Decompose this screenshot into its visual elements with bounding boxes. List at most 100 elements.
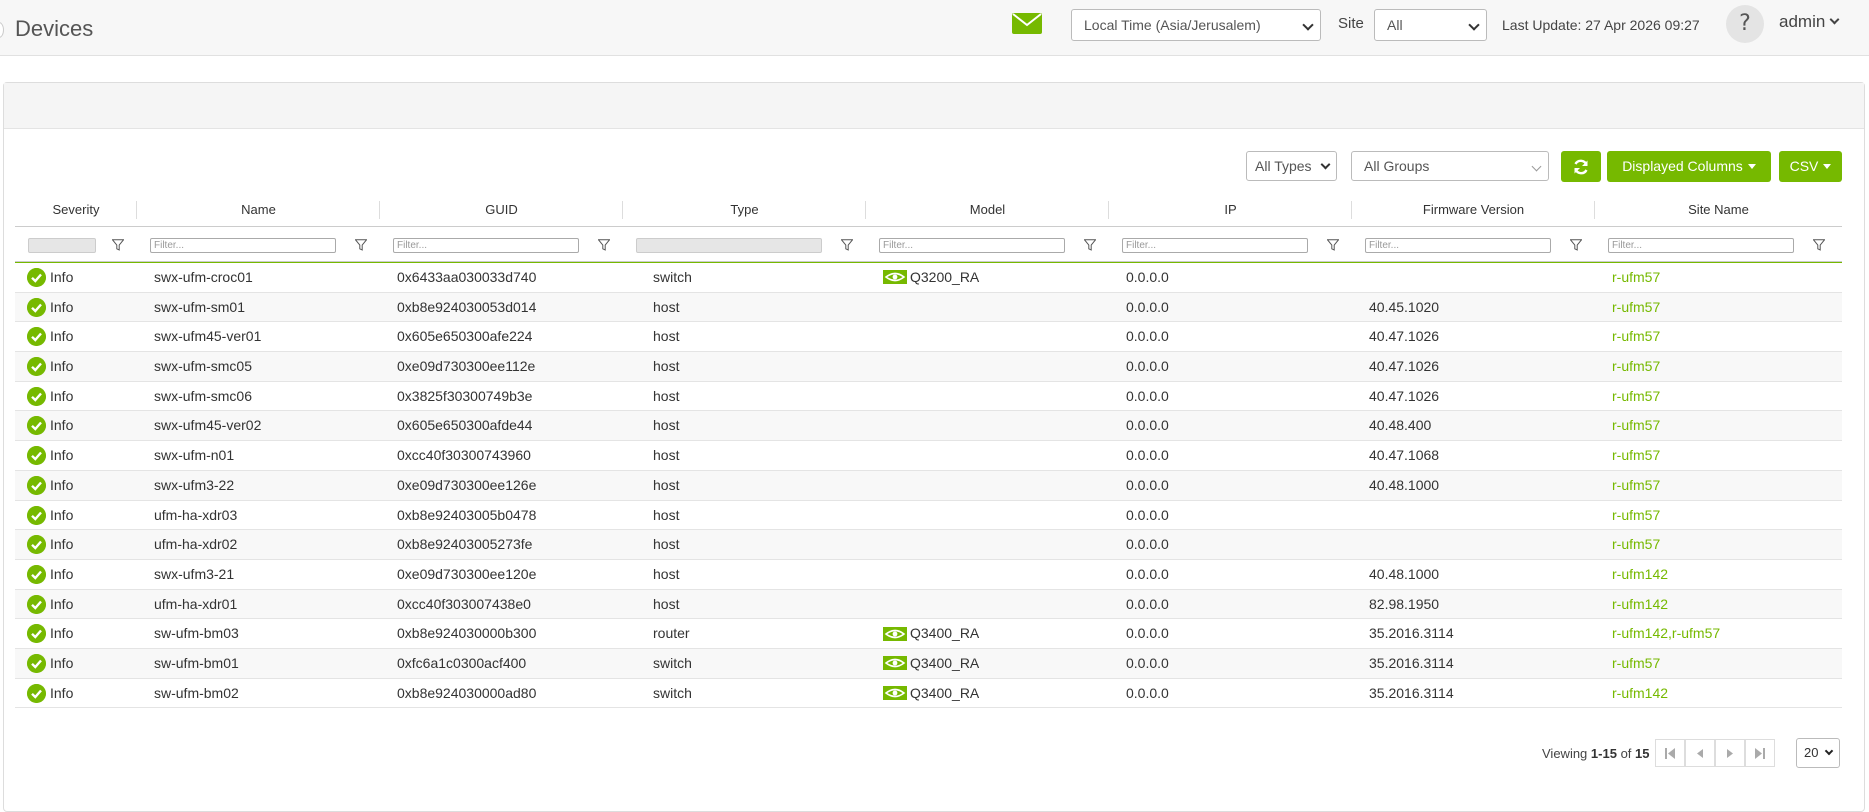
cell-ip: 0.0.0.0	[1126, 417, 1169, 434]
first-page-button[interactable]	[1655, 739, 1685, 767]
filter-type[interactable]	[636, 238, 822, 253]
column-separator[interactable]	[622, 201, 623, 219]
cell-guid: 0x6433aa030033d740	[397, 269, 537, 285]
cell-site-name[interactable]: r-ufm57	[1612, 263, 1660, 292]
cell-name: swx-ufm3-22	[154, 476, 235, 493]
filter-icon[interactable]	[1327, 239, 1339, 251]
table-row[interactable]: Info sw-ufm-bm03 0xb8e924030000b300 router Q…	[15, 619, 1842, 649]
page-title: Devices	[15, 16, 94, 41]
cell-site-name[interactable]: r-ufm57	[1612, 530, 1660, 559]
table-row[interactable]: Info swx-ufm-smc05 0xe09d730300ee112e host 0…	[15, 352, 1842, 382]
prev-page-button[interactable]	[1685, 739, 1715, 767]
last-page-button[interactable]	[1745, 739, 1775, 767]
check-circle-icon	[27, 535, 46, 555]
cell-site-name[interactable]: r-ufm57	[1612, 322, 1660, 351]
filter-name[interactable]: Filter...	[150, 238, 336, 253]
cell-site-name[interactable]: r-ufm57	[1612, 501, 1660, 530]
column-separator[interactable]	[1108, 201, 1109, 219]
groups-select[interactable]: All Groups	[1351, 151, 1549, 181]
filter-icon[interactable]	[112, 239, 124, 251]
cell-site-name[interactable]: r-ufm57	[1612, 352, 1660, 381]
csv-button[interactable]: CSV	[1779, 151, 1842, 182]
filter-icon[interactable]	[1084, 239, 1096, 251]
column-separator[interactable]	[1594, 201, 1595, 219]
user-menu[interactable]: admin	[1779, 12, 1840, 32]
help-button[interactable]: ?	[1726, 5, 1764, 43]
cell-model: Q3400_RA	[883, 649, 979, 678]
displayed-columns-button[interactable]: Displayed Columns	[1607, 151, 1771, 182]
cell-firmware-version: 40.47.1026	[1369, 358, 1440, 375]
mail-icon[interactable]	[1012, 13, 1042, 34]
table-row[interactable]: Info sw-ufm-bm01 0xfc6a1c0300acf400 switch Q…	[15, 648, 1842, 679]
cell-site-name[interactable]: r-ufm57	[1612, 293, 1660, 322]
cell-guid: 0xe09d730300ee120e	[397, 565, 537, 582]
table-row[interactable]: Info swx-ufm3-22 0xe09d730300ee126e host 0.0…	[15, 470, 1842, 501]
sidebar-toggle[interactable]	[0, 22, 4, 38]
column-header-site-name[interactable]: Site Name	[1595, 193, 1842, 227]
cell-site-name[interactable]: r-ufm142	[1612, 590, 1668, 619]
timezone-select[interactable]: Local Time (Asia/Jerusalem)	[1071, 9, 1321, 41]
filter-icon[interactable]	[1813, 239, 1825, 251]
cell-severity: Info	[50, 269, 74, 285]
cell-site-name[interactable]: r-ufm57	[1612, 441, 1660, 470]
cell-severity: Info	[50, 565, 74, 582]
cell-name: swx-ufm-sm01	[154, 298, 246, 315]
cell-severity: Info	[50, 476, 74, 493]
next-page-button[interactable]	[1715, 739, 1745, 767]
column-separator[interactable]	[136, 201, 137, 219]
cell-guid: 0x605e650300afde44	[397, 417, 533, 434]
table-row[interactable]: Info swx-ufm-n01 0xcc40f30300743960 host 0.0…	[15, 441, 1842, 471]
cell-site-name[interactable]: r-ufm142	[1612, 679, 1668, 708]
cell-site-name[interactable]: r-ufm57	[1612, 649, 1660, 678]
table-row[interactable]: Info swx-ufm-croc01 0x6433aa030033d740 swit…	[15, 262, 1842, 293]
column-header-name[interactable]: Name	[137, 193, 380, 227]
cell-guid: 0xb8e924030053d014	[397, 298, 537, 315]
cell-name: swx-ufm-croc01	[154, 269, 253, 285]
filter-model[interactable]: Filter...	[879, 238, 1065, 253]
cell-site-name[interactable]: r-ufm142	[1612, 560, 1668, 589]
cell-site-name[interactable]: r-ufm57	[1612, 382, 1660, 411]
site-select[interactable]: All	[1374, 9, 1487, 41]
table-row[interactable]: Info swx-ufm-smc06 0x3825f30300749b3e host 0…	[15, 382, 1842, 412]
column-header-guid[interactable]: GUID	[380, 193, 623, 227]
column-separator[interactable]	[1351, 201, 1352, 219]
check-circle-icon	[27, 653, 46, 673]
filter-firmware-version[interactable]: Filter...	[1365, 238, 1551, 253]
filter-icon[interactable]	[355, 239, 367, 251]
cell-site-name[interactable]: r-ufm142,r-ufm57	[1612, 619, 1720, 648]
column-header-ip[interactable]: IP	[1109, 193, 1352, 227]
filter-ip[interactable]: Filter...	[1122, 238, 1308, 253]
cell-ip: 0.0.0.0	[1126, 476, 1169, 493]
table-row[interactable]: Info swx-ufm3-21 0xe09d730300ee120e host 0.0…	[15, 560, 1842, 590]
filter-icon[interactable]	[598, 239, 610, 251]
table-row[interactable]: Info sw-ufm-bm02 0xb8e924030000ad80 switch Q…	[15, 679, 1842, 709]
nvidia-logo-icon	[883, 685, 907, 700]
column-header-type[interactable]: Type	[623, 193, 866, 227]
column-separator[interactable]	[379, 201, 380, 219]
table-row[interactable]: Info swx-ufm-sm01 0xb8e924030053d014 host 0.…	[15, 292, 1842, 323]
cell-ip: 0.0.0.0	[1126, 506, 1169, 523]
types-select[interactable]: All Types	[1246, 151, 1337, 181]
filter-site-name[interactable]: Filter...	[1608, 238, 1794, 253]
table-row[interactable]: Info ufm-ha-xdr01 0xcc40f303007438e0 host 0.…	[15, 589, 1842, 620]
column-separator[interactable]	[865, 201, 866, 219]
column-header-model[interactable]: Model	[866, 193, 1109, 227]
page-size-select[interactable]: 20	[1796, 738, 1840, 768]
table-row[interactable]: Info swx-ufm45-ver01 0x605e650300afe224 hos…	[15, 322, 1842, 353]
table-row[interactable]: Info ufm-ha-xdr02 0xb8e92403005273fe host 0.…	[15, 530, 1842, 560]
filter-severity[interactable]	[28, 238, 96, 253]
cell-name: swx-ufm-smc06	[154, 387, 253, 404]
cell-site-name[interactable]: r-ufm57	[1612, 411, 1660, 440]
last-page-icon	[1755, 748, 1765, 759]
column-header-firmware-version[interactable]: Firmware Version	[1352, 193, 1595, 227]
check-circle-icon	[27, 327, 46, 347]
table-row[interactable]: Info ufm-ha-xdr03 0xb8e92403005b0478 host 0.…	[15, 501, 1842, 531]
filter-icon[interactable]	[841, 239, 853, 251]
filter-guid[interactable]: Filter...	[393, 238, 579, 253]
refresh-button[interactable]	[1561, 151, 1601, 182]
cell-site-name[interactable]: r-ufm57	[1612, 471, 1660, 500]
cell-type: host	[653, 536, 680, 553]
column-header-severity[interactable]: Severity	[15, 193, 137, 227]
filter-icon[interactable]	[1570, 239, 1582, 251]
table-row[interactable]: Info swx-ufm45-ver02 0x605e650300afde44 hos…	[15, 411, 1842, 442]
